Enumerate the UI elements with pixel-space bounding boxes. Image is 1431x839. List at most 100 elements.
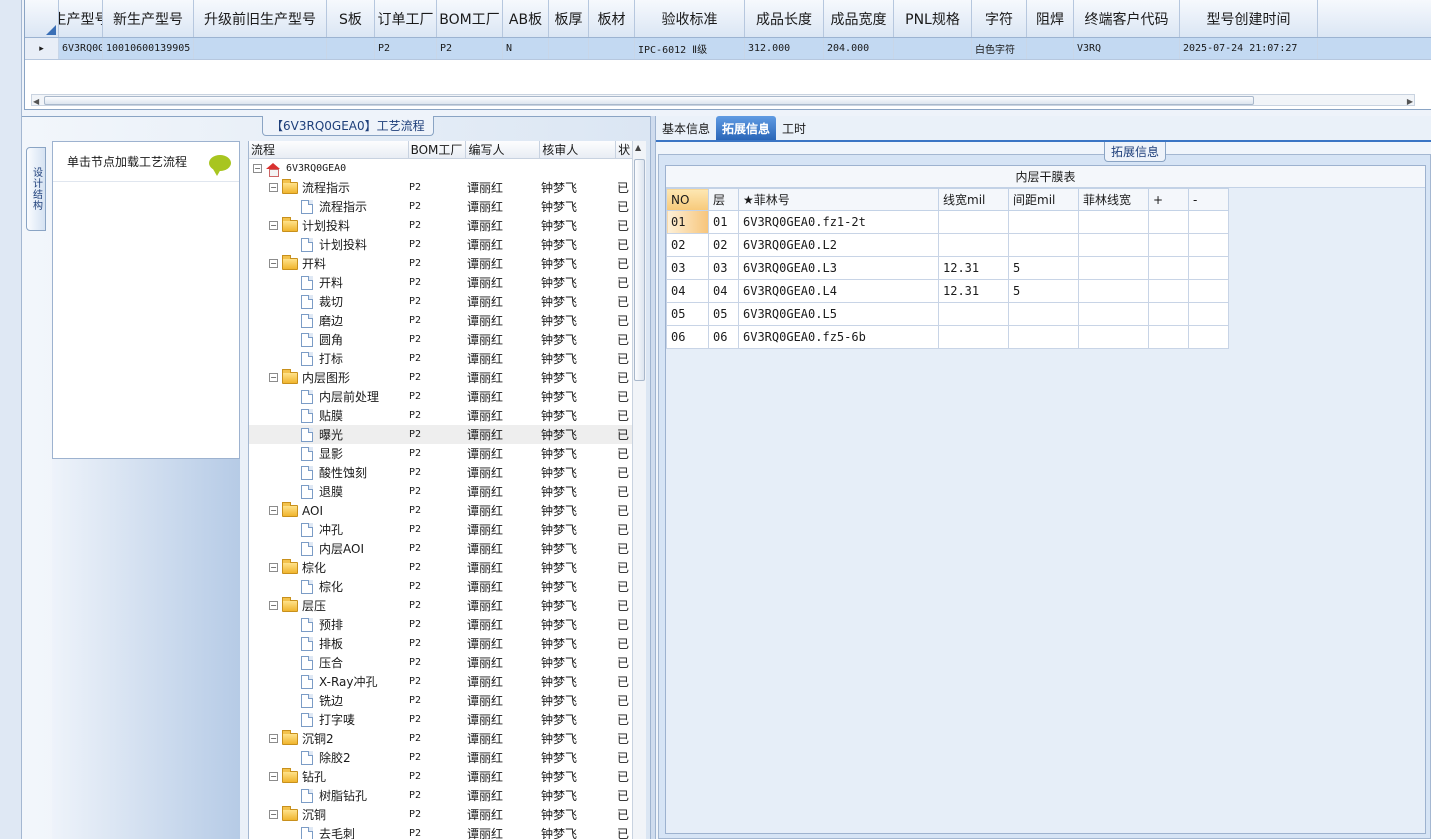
dry-film-cell[interactable]: 02 bbox=[666, 233, 709, 257]
tree-node-name[interactable]: 去毛刺 bbox=[287, 825, 355, 839]
tree-node-name[interactable]: − 6V3RQ0GEA0 bbox=[253, 162, 346, 177]
product-grid-hscrollbar[interactable]: ◀ ▶ bbox=[31, 94, 1415, 106]
grid-cell[interactable]: V3RQ bbox=[1074, 38, 1180, 59]
dry-film-cell[interactable] bbox=[1148, 325, 1189, 349]
grid-cell[interactable]: 312.000 bbox=[745, 38, 824, 59]
dry-film-col-header[interactable]: 线宽mil bbox=[938, 188, 1009, 211]
tree-leaf-node[interactable]: 流程指示 P2 谭丽红 钟梦飞 已 bbox=[249, 197, 646, 216]
column-header[interactable]: 型号创建时间 bbox=[1180, 0, 1318, 37]
dry-film-cell[interactable]: 05 bbox=[708, 302, 739, 326]
grid-corner[interactable] bbox=[25, 0, 59, 37]
dry-film-cell[interactable]: 06 bbox=[708, 325, 739, 349]
tree-leaf-node[interactable]: 曝光 P2 谭丽红 钟梦飞 已 bbox=[249, 425, 646, 444]
product-grid[interactable]: 生产型号新生产型号升级前旧生产型号S板订单工厂BOM工厂AB板板厚板材验收标准成… bbox=[24, 0, 1431, 110]
dry-film-cell[interactable]: 6V3RQ0GEA0.L2 bbox=[738, 233, 939, 257]
tree-node-name[interactable]: 除胶2 bbox=[287, 749, 351, 766]
tree-node-name[interactable]: 内层前处理 bbox=[287, 388, 379, 405]
tab-1[interactable]: 拓展信息 bbox=[716, 116, 777, 140]
grid-cell[interactable]: 6V3RQ0GEA0 bbox=[59, 38, 103, 59]
tree-node-name[interactable]: − 计划投料 bbox=[269, 216, 350, 234]
dry-film-cell[interactable] bbox=[1078, 233, 1149, 257]
scroll-left-icon[interactable]: ◀ bbox=[33, 97, 39, 106]
tree-node-name[interactable]: 压合 bbox=[287, 654, 343, 671]
column-header[interactable]: 板厚 bbox=[549, 0, 589, 37]
tree-node-name[interactable]: − 沉铜 bbox=[269, 805, 326, 823]
column-header[interactable]: 阻焊 bbox=[1027, 0, 1074, 37]
dry-film-cell[interactable] bbox=[938, 325, 1009, 349]
tree-node-name[interactable]: − 沉铜2 bbox=[269, 729, 334, 747]
vscroll-thumb[interactable] bbox=[634, 159, 645, 381]
grid-cell[interactable] bbox=[194, 38, 327, 59]
dry-film-cell[interactable] bbox=[1188, 210, 1229, 234]
tree-node-name[interactable]: 棕化 bbox=[287, 578, 343, 595]
tree-leaf-node[interactable]: 去毛刺 P2 谭丽红 钟梦飞 已 bbox=[249, 824, 646, 839]
tree-folder-node[interactable]: − 层压 P2 谭丽红 钟梦飞 已 bbox=[249, 596, 646, 615]
tree-node-name[interactable]: − 层压 bbox=[269, 596, 326, 614]
tree-leaf-node[interactable]: 计划投料 P2 谭丽红 钟梦飞 已 bbox=[249, 235, 646, 254]
grid-cell[interactable]: P2 bbox=[375, 38, 437, 59]
dry-film-cell[interactable]: 12.31 bbox=[938, 279, 1009, 303]
dry-film-cell[interactable] bbox=[1188, 325, 1229, 349]
dry-film-cell[interactable] bbox=[1188, 256, 1229, 280]
grid-cell[interactable]: 10010600139905 bbox=[103, 38, 194, 59]
grid-cell[interactable]: 204.000 bbox=[824, 38, 894, 59]
row-selector[interactable]: ▸ bbox=[25, 38, 59, 59]
tree-node-name[interactable]: 打字唛 bbox=[287, 711, 355, 728]
scroll-up-icon[interactable]: ▲ bbox=[635, 143, 641, 152]
dry-film-cell[interactable]: 02 bbox=[708, 233, 739, 257]
tree-folder-node[interactable]: − 内层图形 P2 谭丽红 钟梦飞 已 bbox=[249, 368, 646, 387]
load-flow-box[interactable]: 单击节点加载工艺流程 bbox=[52, 141, 240, 459]
collapse-icon[interactable]: − bbox=[269, 259, 278, 268]
tree-folder-node[interactable]: − 棕化 P2 谭丽红 钟梦飞 已 bbox=[249, 558, 646, 577]
tree-leaf-node[interactable]: 显影 P2 谭丽红 钟梦飞 已 bbox=[249, 444, 646, 463]
column-header[interactable]: 生产型号 bbox=[59, 0, 103, 37]
dry-film-cell[interactable] bbox=[1148, 302, 1189, 326]
column-header[interactable]: S板 bbox=[327, 0, 375, 37]
tree-node-name[interactable]: − 内层图形 bbox=[269, 368, 350, 386]
tree-node-name[interactable]: 显影 bbox=[287, 445, 343, 462]
dry-film-col-header[interactable]: 层 bbox=[708, 188, 739, 211]
flow-tree-body[interactable]: −6V3RQ0GEA0− 流程指示 P2 谭丽红 钟梦飞已流程指示 P2 谭丽红 钟梦飞已 − 计… bbox=[249, 159, 646, 839]
tree-node-name[interactable]: 贴膜 bbox=[287, 407, 343, 424]
column-header[interactable]: AB板 bbox=[503, 0, 549, 37]
dry-film-cell[interactable] bbox=[938, 302, 1009, 326]
tree-node-name[interactable]: 计划投料 bbox=[287, 236, 367, 253]
tree-leaf-node[interactable]: 预排 P2 谭丽红 钟梦飞 已 bbox=[249, 615, 646, 634]
dry-film-cell[interactable] bbox=[1008, 302, 1079, 326]
dry-film-cell[interactable] bbox=[1148, 210, 1189, 234]
tree-node-name[interactable]: − 流程指示 bbox=[269, 178, 350, 196]
dry-film-cell[interactable]: 12.31 bbox=[938, 256, 1009, 280]
dry-film-cell[interactable]: 5 bbox=[1008, 256, 1079, 280]
column-header[interactable]: 成品宽度 bbox=[824, 0, 894, 37]
flow-tree[interactable]: 流程 BOM工厂 编写人 核审人状 −6V3RQ0GEA0− 流程指示 P2 谭丽红 钟梦飞已… bbox=[248, 141, 646, 839]
grid-cell[interactable]: 2025-07-24 21:07:27 bbox=[1180, 38, 1318, 59]
tree-node-name[interactable]: 内层AOI bbox=[287, 540, 364, 557]
dry-film-cell[interactable] bbox=[1078, 279, 1149, 303]
dry-film-cell[interactable] bbox=[1188, 233, 1229, 257]
dry-film-table[interactable]: NO 层 ★菲林号 线宽mil 间距mil 菲林线宽 + - 01 01 6V3RQ0GEA0.f… bbox=[666, 188, 1229, 349]
tree-leaf-node[interactable]: 磨边 P2 谭丽红 钟梦飞 已 bbox=[249, 311, 646, 330]
dry-film-cell[interactable]: 04 bbox=[666, 279, 709, 303]
tree-node-name[interactable]: 磨边 bbox=[287, 312, 343, 329]
dry-film-cell[interactable] bbox=[1078, 302, 1149, 326]
tree-leaf-node[interactable]: 贴膜 P2 谭丽红 钟梦飞 已 bbox=[249, 406, 646, 425]
column-header[interactable]: 订单工厂 bbox=[375, 0, 437, 37]
collapse-icon[interactable]: − bbox=[269, 506, 278, 515]
tree-leaf-node[interactable]: 打字唛 P2 谭丽红 钟梦飞 已 bbox=[249, 710, 646, 729]
grid-cell[interactable]: IPC-6012 Ⅱ级 bbox=[635, 38, 745, 59]
tree-column-header[interactable]: 核审人 bbox=[540, 141, 617, 158]
dry-film-cell[interactable]: 05 bbox=[666, 302, 709, 326]
tree-folder-node[interactable]: − 钻孔 P2 谭丽红 钟梦飞 已 bbox=[249, 767, 646, 786]
tree-node-name[interactable]: 铣边 bbox=[287, 692, 343, 709]
tree-folder-node[interactable]: − AOI P2 谭丽红 钟梦飞 已 bbox=[249, 501, 646, 520]
dry-film-cell[interactable] bbox=[1188, 279, 1229, 303]
tree-leaf-node[interactable]: 内层前处理 P2 谭丽红 钟梦飞 已 bbox=[249, 387, 646, 406]
tree-node-name[interactable]: 曝光 bbox=[287, 426, 343, 443]
tree-folder-node[interactable]: − 沉铜2 P2 谭丽红 钟梦飞 已 bbox=[249, 729, 646, 748]
tree-node-name[interactable]: − 棕化 bbox=[269, 558, 326, 576]
dry-film-col-header[interactable]: 菲林线宽 bbox=[1078, 188, 1149, 211]
scroll-right-icon[interactable]: ▶ bbox=[1407, 97, 1413, 106]
dry-film-cell[interactable]: 01 bbox=[666, 210, 709, 234]
grid-cell[interactable]: 白色字符 bbox=[972, 38, 1027, 59]
column-header[interactable]: 升级前旧生产型号 bbox=[194, 0, 327, 37]
